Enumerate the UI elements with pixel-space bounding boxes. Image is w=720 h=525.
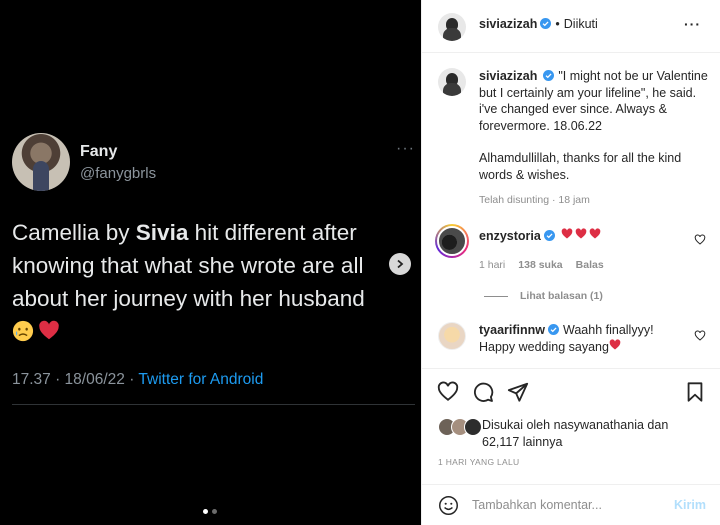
- liked-by-avatars: [438, 418, 486, 438]
- likes-summary: Disukai oleh nasywanathania dan 62,117 l…: [482, 417, 702, 451]
- comment-composer: Kirim: [422, 484, 720, 525]
- liker-avatar: [464, 418, 482, 436]
- post-media: Fany @fanygbrls ··· Camellia by Sivia hi…: [0, 0, 421, 525]
- verified-badge-icon: [543, 230, 555, 241]
- emoji-picker-icon[interactable]: [438, 495, 459, 516]
- caption-edited-time: Telah disunting · 18 jam: [479, 194, 590, 206]
- tweet-meta: 17.37 · 18/06/22 · Twitter for Android: [12, 371, 263, 389]
- header-user-line: siviazizah • Diikuti: [479, 17, 598, 31]
- view-replies-label: Lihat balasan (1): [520, 290, 603, 302]
- carousel-dot: [203, 509, 208, 514]
- tweet-timestamp: 17.37 · 18/06/22 ·: [12, 371, 139, 388]
- post-sidebar: siviazizah • Diikuti ··· siviazizah "I migh…: [421, 0, 720, 525]
- carousel-next-button[interactable]: [389, 253, 411, 275]
- post-caption: siviazizah "I might not be ur Valentine b…: [479, 68, 711, 183]
- tweet-more-icon: ···: [396, 140, 415, 157]
- comment-like-count[interactable]: 138 suka: [518, 259, 562, 271]
- carousel-dot: [212, 509, 217, 514]
- save-bookmark-icon[interactable]: [684, 381, 706, 403]
- follow-status[interactable]: Diikuti: [564, 17, 598, 31]
- tweet-divider: [12, 404, 415, 405]
- author-avatar[interactable]: [438, 13, 466, 41]
- red-heart-emoji-icon: [575, 228, 587, 239]
- tweet-source: Twitter for Android: [138, 371, 264, 388]
- tweet-avatar: [12, 133, 70, 191]
- view-replies-button[interactable]: Lihat balasan (1): [484, 290, 603, 302]
- tweet-text-start: Camellia by: [12, 220, 136, 245]
- share-send-icon[interactable]: [507, 381, 529, 403]
- action-bar-divider: [422, 368, 720, 369]
- crying-face-emoji-icon: [12, 320, 34, 342]
- like-comment-heart-icon[interactable]: [694, 330, 706, 342]
- verified-badge-icon: [543, 70, 555, 81]
- comment-1: enzystoria: [479, 228, 691, 245]
- comment-age: 1 hari: [479, 259, 506, 271]
- author-username[interactable]: siviazizah: [479, 17, 537, 31]
- comment-username[interactable]: enzystoria: [479, 229, 541, 243]
- verified-badge-icon: [540, 18, 552, 29]
- chevron-right-icon: [397, 259, 404, 269]
- red-heart-emoji-icon: [589, 228, 601, 239]
- carousel-indicator: [203, 509, 217, 514]
- red-heart-emoji-icon: [561, 228, 573, 239]
- reply-button[interactable]: Balas: [576, 259, 604, 271]
- red-heart-emoji-icon: [39, 320, 59, 340]
- tweet-author-handle: @fanygbrls: [80, 165, 157, 182]
- post-comment-button[interactable]: Kirim: [674, 498, 706, 512]
- comment-bubble-icon[interactable]: [472, 381, 494, 403]
- likes-prefix: Disukai oleh: [482, 418, 554, 432]
- red-heart-emoji-icon: [609, 338, 621, 349]
- caption-avatar[interactable]: [438, 68, 466, 96]
- comment-2: tyaarifinnw Waahh finallyyy! Happy weddin…: [479, 322, 691, 355]
- comment-actions: 1 hari 138 suka Balas: [479, 259, 604, 271]
- likes-middle: dan: [643, 418, 669, 432]
- comment-username[interactable]: tyaarifinnw: [479, 323, 545, 337]
- more-options-icon[interactable]: ···: [684, 16, 701, 32]
- verified-badge-icon: [548, 324, 559, 335]
- header-separator: •: [555, 17, 560, 31]
- tweet-text-bold: Sivia: [135, 220, 189, 245]
- replies-line: [484, 295, 508, 297]
- post-header: siviazizah • Diikuti ···: [422, 0, 720, 53]
- tweet-text: Camellia by Sivia hit different after kn…: [12, 216, 407, 348]
- comment-avatar[interactable]: [438, 322, 466, 350]
- likes-count[interactable]: 62,117 lainnya: [482, 435, 562, 449]
- comment-input[interactable]: [472, 494, 662, 516]
- likes-user[interactable]: nasywanathania: [554, 418, 644, 432]
- caption-text-2: Alhamdullillah, thanks for all the kind …: [479, 151, 682, 182]
- like-heart-icon[interactable]: [437, 381, 459, 403]
- tweet-author-name: Fany: [80, 143, 118, 160]
- caption-username[interactable]: siviazizah: [479, 69, 537, 83]
- like-comment-heart-icon[interactable]: [694, 234, 706, 246]
- comment-avatar-story-ring[interactable]: [435, 224, 469, 258]
- post-timestamp: 1 HARI YANG LALU: [438, 457, 520, 467]
